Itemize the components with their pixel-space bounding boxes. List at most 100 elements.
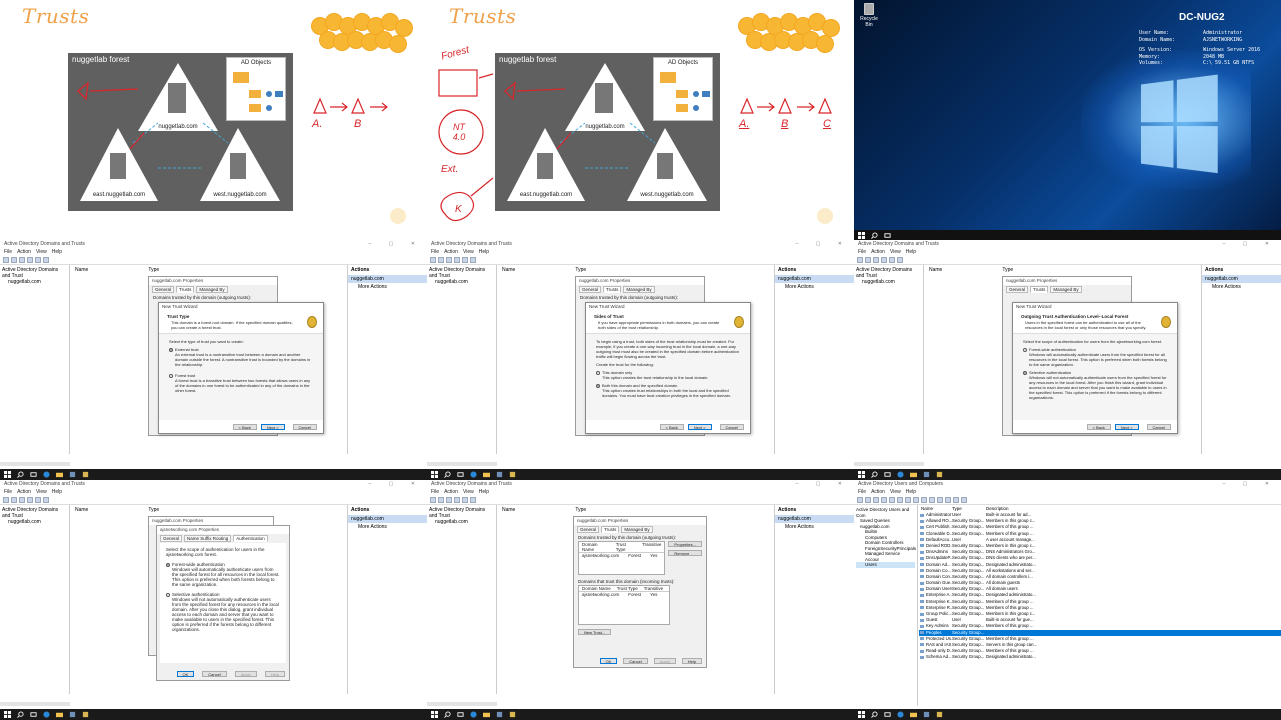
col-transitive[interactable]: Transitive	[641, 586, 666, 591]
properties-icon[interactable]	[889, 257, 895, 263]
menu-view[interactable]: View	[890, 248, 901, 256]
actions-domain[interactable]: nuggetlab.com	[775, 275, 854, 283]
col-transitive[interactable]: Transitive	[639, 542, 664, 552]
edge-icon[interactable]	[43, 711, 50, 718]
tab-general[interactable]: General	[579, 286, 602, 293]
task-view-icon[interactable]	[30, 471, 37, 478]
up-folder-icon[interactable]	[873, 257, 879, 263]
up-folder-icon[interactable]	[446, 257, 452, 263]
tab-general[interactable]: General	[152, 286, 175, 293]
up-folder-icon[interactable]	[446, 497, 452, 503]
tab-name-suffix-routing[interactable]: Name Suffix Routing	[184, 535, 232, 542]
col-name[interactable]: Name	[502, 507, 515, 513]
apply-button[interactable]: Apply	[653, 658, 676, 664]
back-button[interactable]: < Back	[232, 424, 257, 430]
help-icon[interactable]	[43, 497, 49, 503]
help-button[interactable]: Help	[264, 671, 285, 677]
scrollbar[interactable]	[0, 702, 70, 706]
search-icon[interactable]	[444, 471, 451, 478]
properties-icon[interactable]	[462, 257, 468, 263]
search-icon[interactable]	[444, 711, 451, 718]
file-explorer-icon[interactable]	[56, 711, 63, 718]
menu-file[interactable]: File	[431, 488, 439, 496]
col-description[interactable]: Description	[986, 505, 1009, 512]
help-icon[interactable]	[921, 497, 927, 503]
tree-root[interactable]: Active Directory Users and Com	[856, 507, 915, 518]
edge-icon[interactable]	[470, 711, 477, 718]
start-icon[interactable]	[4, 471, 11, 478]
menu-action[interactable]: Action	[17, 488, 31, 496]
menu-view[interactable]: View	[890, 488, 901, 496]
filter-icon[interactable]	[953, 497, 959, 503]
scrollbar[interactable]	[0, 462, 70, 466]
tab-trusts[interactable]: Trusts	[1030, 286, 1049, 293]
tree-root[interactable]: Active Directory Domains and Trust	[2, 267, 67, 279]
menu-action[interactable]: Action	[444, 248, 458, 256]
ok-button[interactable]: OK	[176, 671, 195, 677]
remove-button[interactable]: Remove	[668, 550, 702, 556]
help-icon[interactable]	[43, 257, 49, 263]
menu-action[interactable]: Action	[444, 488, 458, 496]
outgoing-trust-row[interactable]: ajsnetworking.com Forest Yes	[579, 553, 664, 558]
forward-arrow-icon[interactable]	[865, 497, 871, 503]
start-icon[interactable]	[858, 231, 865, 239]
col-name[interactable]: Name	[75, 267, 88, 273]
tree-root[interactable]: Active Directory Domains and Trust	[429, 507, 494, 519]
console-tree-icon[interactable]	[454, 497, 460, 503]
more-actions[interactable]: More Actions	[775, 283, 854, 291]
search-icon[interactable]	[17, 471, 24, 478]
task-view-icon[interactable]	[457, 711, 464, 718]
back-arrow-icon[interactable]	[3, 257, 9, 263]
ok-button[interactable]: OK	[599, 658, 618, 664]
console-tree-icon[interactable]	[27, 257, 33, 263]
properties-button[interactable]: Properties...	[668, 541, 702, 547]
forest-trust-radio[interactable]	[169, 373, 173, 378]
both-domains-radio[interactable]	[596, 383, 600, 388]
outgoing-trusts-list[interactable]: Domain Name Trust Type Transitive ajsnetwo…	[578, 541, 666, 575]
menu-file[interactable]: File	[858, 488, 866, 496]
menu-action[interactable]: Action	[17, 248, 31, 256]
menu-help[interactable]: Help	[906, 488, 916, 496]
search-icon[interactable]	[871, 711, 878, 718]
back-arrow-icon[interactable]	[857, 497, 863, 503]
menu-file[interactable]: File	[4, 248, 12, 256]
cancel-button[interactable]: Cancel	[202, 671, 227, 677]
tab-trusts[interactable]: Trusts	[601, 526, 620, 533]
col-domain-name[interactable]: Domain Name	[579, 586, 614, 591]
tab-authentication[interactable]: Authentication	[233, 535, 268, 542]
actions-domain[interactable]: nuggetlab.com	[348, 515, 427, 523]
col-type[interactable]: Type	[1002, 267, 1013, 273]
menu-view[interactable]: View	[36, 248, 47, 256]
console-tree-icon[interactable]	[881, 257, 887, 263]
tab-general[interactable]: General	[160, 535, 183, 542]
tab-general[interactable]: General	[1006, 286, 1029, 293]
ad-trusts-taskbar-icon[interactable]	[82, 711, 89, 718]
start-icon[interactable]	[858, 711, 865, 718]
start-icon[interactable]	[4, 711, 11, 718]
up-folder-icon[interactable]	[19, 497, 25, 503]
more-actions[interactable]: More Actions	[775, 523, 854, 531]
search-icon[interactable]	[871, 471, 878, 478]
server-manager-icon[interactable]	[923, 711, 930, 718]
edge-icon[interactable]	[470, 471, 477, 478]
edge-icon[interactable]	[897, 471, 904, 478]
table-row[interactable]: Schema Ad... Security Group... Designated …	[919, 654, 1281, 660]
task-view-icon[interactable]	[884, 711, 891, 718]
menu-view[interactable]: View	[463, 248, 474, 256]
menu-help[interactable]: Help	[52, 488, 62, 496]
server-manager-icon[interactable]	[69, 471, 76, 478]
col-domain-name[interactable]: Domain Name	[579, 542, 613, 552]
cancel-button[interactable]: Cancel	[292, 424, 317, 430]
more-actions[interactable]: More Actions	[348, 283, 427, 291]
tree-managed-service[interactable]: Managed Service Accour	[856, 551, 915, 562]
aduc-taskbar-icon[interactable]	[936, 711, 943, 718]
start-icon[interactable]	[858, 471, 865, 478]
search-icon[interactable]	[871, 231, 878, 239]
actions-domain[interactable]: nuggetlab.com	[348, 275, 427, 283]
menu-help[interactable]: Help	[479, 248, 489, 256]
scrollbar[interactable]	[854, 462, 924, 466]
back-arrow-icon[interactable]	[430, 497, 436, 503]
col-type[interactable]: Type	[148, 507, 159, 513]
forest-wide-radio[interactable]	[1023, 347, 1027, 352]
console-tree-icon[interactable]	[454, 257, 460, 263]
